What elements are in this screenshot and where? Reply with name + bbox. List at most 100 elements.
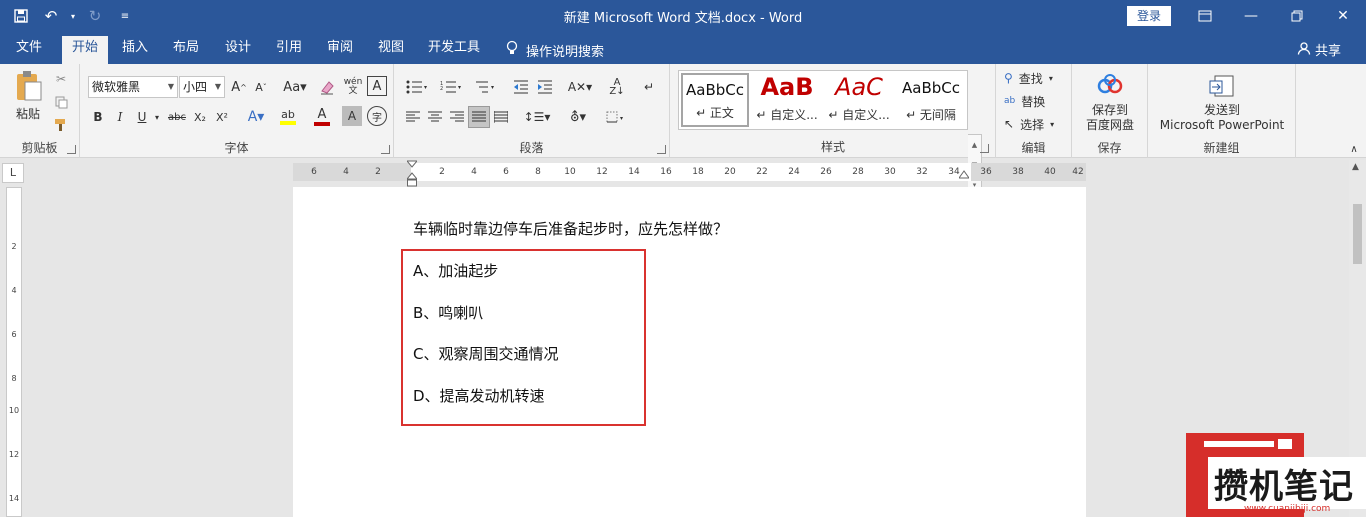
minimize-icon[interactable]: — [1228, 0, 1274, 32]
ruler-tick: 6 [503, 167, 509, 177]
style-no-spacing[interactable]: AaBbCc ↵ 无间隔 [897, 73, 965, 127]
undo-icon[interactable]: ↶ [38, 4, 64, 28]
tell-me-search[interactable]: 操作说明搜索 [506, 40, 604, 60]
tab-references[interactable]: 引用 [267, 38, 311, 64]
justify-icon[interactable] [468, 106, 490, 128]
style-normal[interactable]: AaBbCc ↵ 正文 [681, 73, 749, 127]
option-c[interactable]: C、观察周围交通情况 [413, 343, 558, 364]
multilevel-list-icon[interactable]: ▾ [470, 76, 500, 98]
bullets-icon[interactable]: ▾ [402, 76, 432, 98]
align-right-icon[interactable] [446, 106, 468, 128]
font-color-button[interactable]: A [308, 106, 336, 128]
tab-view[interactable]: 视图 [369, 38, 413, 64]
font-color-icon: A [317, 107, 327, 122]
styles-launcher-icon[interactable] [980, 144, 989, 153]
customize-qat-icon[interactable]: ≡ [112, 4, 138, 28]
tab-review[interactable]: 审阅 [318, 38, 362, 64]
tab-home[interactable]: 开始 [62, 36, 108, 64]
clear-formatting-icon[interactable] [316, 76, 338, 98]
strikethrough-button[interactable]: abc [166, 106, 188, 128]
character-border-icon[interactable]: A [367, 76, 387, 96]
superscript-button[interactable]: X² [212, 106, 232, 128]
ruler-tick: 6 [11, 330, 17, 339]
question-text[interactable]: 车辆临时靠边停车后准备起步时，应先怎样做？ [413, 218, 728, 239]
ruler-tick: 26 [820, 167, 832, 177]
format-painter-icon[interactable] [50, 114, 72, 136]
option-d[interactable]: D、提高发动机转速 [413, 385, 545, 406]
replace-button[interactable]: ab 替换 [1004, 91, 1068, 111]
save-icon[interactable] [8, 4, 34, 28]
save-to-baidu-button[interactable]: 保存到 百度网盘 [1076, 70, 1144, 136]
option-b[interactable]: B、鸣喇叭 [413, 302, 483, 323]
change-case-icon[interactable]: Aa▾ [279, 76, 311, 98]
paste-button[interactable]: 粘贴 [8, 68, 48, 124]
undo-dropdown-icon[interactable]: ▾ [68, 4, 78, 28]
select-button[interactable]: ↖ 选择 ▾ [1004, 114, 1068, 134]
login-button[interactable]: 登录 [1127, 6, 1171, 26]
find-button[interactable]: ⚲ 查找 ▾ [1004, 68, 1068, 88]
close-icon[interactable]: ✕ [1320, 0, 1366, 32]
share-button[interactable]: 共享 [1297, 40, 1341, 59]
italic-button[interactable]: I [110, 106, 130, 128]
document-page[interactable]: 车辆临时靠边停车后准备起步时，应先怎样做？ A、加油起步 B、鸣喇叭 C、观察周… [293, 187, 1086, 517]
bold-button[interactable]: B [88, 106, 108, 128]
align-left-icon[interactable] [402, 106, 424, 128]
style-custom-2[interactable]: AaC ↵ 自定义... [825, 73, 893, 127]
borders-icon[interactable]: ▾ [600, 106, 632, 128]
align-center-icon[interactable] [424, 106, 446, 128]
right-indent-marker[interactable] [958, 169, 970, 183]
chinese-layout-icon[interactable]: A✕▾ [564, 76, 596, 98]
scroll-up-icon[interactable]: ▲ [1352, 162, 1359, 172]
font-launcher-icon[interactable] [381, 145, 390, 154]
svg-text:▾: ▾ [424, 84, 427, 91]
font-name-combo[interactable]: 微软雅黑 ▼ [88, 76, 178, 98]
numbering-icon[interactable]: 1 2 ▾ [436, 76, 466, 98]
vertical-ruler[interactable]: 2 4 6 8 10 12 14 [6, 187, 22, 517]
cut-icon[interactable]: ✂ [50, 68, 72, 90]
underline-dropdown-icon[interactable]: ▾ [152, 106, 162, 128]
collapse-ribbon-icon[interactable]: ∧ [1346, 142, 1362, 156]
underline-button[interactable]: U [132, 106, 152, 128]
ruler-tick: 2 [375, 167, 381, 177]
tab-developer[interactable]: 开发工具 [422, 38, 486, 64]
svg-text:2: 2 [440, 86, 443, 92]
option-a[interactable]: A、加油起步 [413, 260, 498, 281]
clipboard-launcher-icon[interactable] [67, 145, 76, 154]
shrink-font-icon[interactable]: Aˇ [251, 76, 271, 98]
distributed-icon[interactable] [490, 106, 512, 128]
highlight-color-button[interactable]: ab [274, 106, 302, 128]
tab-file[interactable]: 文件 [8, 38, 50, 64]
text-effects-icon[interactable]: A▾ [242, 106, 270, 128]
ribbon-display-options-icon[interactable] [1182, 0, 1228, 32]
decrease-indent-icon[interactable] [510, 76, 532, 98]
line-spacing-icon[interactable]: ↕☰▾ [520, 106, 554, 128]
phonetic-guide-icon[interactable]: wén 文 [342, 76, 364, 98]
tab-insert[interactable]: 插入 [113, 38, 157, 64]
ruler-tick: 22 [756, 167, 768, 177]
character-shading-icon[interactable]: A [342, 106, 362, 126]
show-hide-marks-icon[interactable]: ↵ [638, 76, 660, 98]
tell-me-label: 操作说明搜索 [526, 44, 605, 60]
tab-layout[interactable]: 布局 [164, 38, 208, 64]
style-custom-1[interactable]: AaB ↵ 自定义... [753, 73, 821, 127]
enclose-characters-icon[interactable]: 字 [367, 106, 387, 126]
ruler-tick: 4 [11, 286, 17, 295]
tab-design[interactable]: 设计 [216, 38, 260, 64]
tab-selector[interactable]: L [2, 163, 24, 183]
font-size-combo[interactable]: 小四 ▼ [179, 76, 225, 98]
increase-indent-icon[interactable] [534, 76, 556, 98]
scroll-thumb[interactable] [1353, 204, 1362, 264]
grow-font-icon[interactable]: A ^ [229, 76, 249, 98]
copy-icon[interactable] [50, 91, 72, 113]
editing-group-label: 编辑 [1021, 141, 1046, 155]
indent-marker[interactable] [405, 160, 419, 188]
font-group-label: 字体 [224, 141, 249, 155]
shading-icon[interactable]: ⛢▾ [562, 106, 594, 128]
redo-icon[interactable]: ↻ [82, 4, 108, 28]
sort-icon[interactable]: A Z↓ [606, 76, 628, 98]
subscript-button[interactable]: X₂ [190, 106, 210, 128]
watermark-logo: 攒机笔记 www.cuanjibiji.com [1186, 433, 1366, 517]
restore-icon[interactable] [1274, 0, 1320, 32]
paragraph-launcher-icon[interactable] [657, 145, 666, 154]
send-to-powerpoint-button[interactable]: 发送到 Microsoft PowerPoint [1152, 70, 1292, 136]
